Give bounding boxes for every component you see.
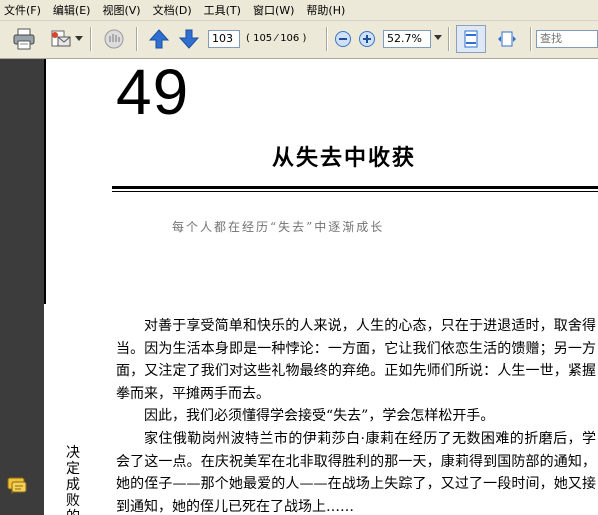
toolbar-separator: [326, 27, 328, 51]
menu-bar: 文件(F) 编辑(E) 视图(V) 文档(D) 工具(T) 窗口(W) 帮助(H…: [0, 0, 598, 21]
menu-tools[interactable]: 工具(T): [200, 2, 249, 18]
previous-page-icon: [148, 29, 170, 49]
zoom-level-input[interactable]: [383, 30, 431, 48]
menu-help[interactable]: 帮助(H): [302, 2, 353, 18]
zoom-dropdown-button[interactable]: [434, 30, 442, 48]
fit-page-icon: [464, 30, 478, 48]
comment-button[interactable]: [6, 476, 30, 496]
fit-page-button[interactable]: [456, 25, 486, 53]
print-button[interactable]: [10, 27, 38, 51]
dropdown-arrow-icon: [75, 36, 83, 41]
search-input[interactable]: [536, 30, 598, 48]
title-rule: [112, 186, 598, 189]
menu-file[interactable]: 文件(F): [0, 2, 49, 18]
zoom-out-button[interactable]: [332, 27, 354, 51]
pdf-reader-window: 文件(F) 编辑(E) 视图(V) 文档(D) 工具(T) 窗口(W) 帮助(H…: [0, 0, 598, 515]
print-icon: [13, 28, 35, 50]
toolbar: ( 105 ⁄ 106 ): [0, 21, 598, 59]
menu-view[interactable]: 视图(V): [98, 2, 148, 18]
fit-width-button[interactable]: [492, 25, 522, 53]
zoom-in-icon: [359, 31, 375, 47]
previous-page-button[interactable]: [146, 27, 172, 51]
comment-icon: [7, 477, 27, 495]
next-page-button[interactable]: [176, 27, 202, 51]
chapter-title: 从失去中收获: [272, 145, 417, 171]
navigation-side-panel: [0, 59, 44, 515]
toolbar-separator: [530, 27, 532, 51]
zoom-in-button[interactable]: [356, 27, 378, 51]
paragraph: 因此，我们必须懂得学会接受“失去”，学会怎样松开手。: [144, 408, 495, 425]
toolbar-separator: [90, 27, 92, 51]
menu-window[interactable]: 窗口(W): [249, 2, 302, 18]
margin-running-head: 决定成败的: [66, 445, 80, 515]
title-rule-thin: [112, 191, 598, 192]
dropdown-arrow-icon: [434, 35, 442, 40]
hand-tool-icon: [104, 29, 124, 49]
hand-tool-button[interactable]: [100, 27, 128, 51]
email-dropdown[interactable]: [74, 27, 84, 51]
page-number-input[interactable]: [208, 30, 240, 48]
fit-width-icon: [498, 31, 516, 47]
toolbar-separator: [448, 27, 450, 51]
email-button[interactable]: [46, 27, 74, 51]
body-text: 对善于享受简单和快乐的人来说，人生的心态，只在于进退适时，取舍得当。因为生活本身…: [116, 315, 596, 515]
page-count: ( 105 ⁄ 106 ): [246, 33, 307, 44]
page-edge: [44, 59, 46, 304]
next-page-icon: [178, 29, 200, 49]
email-icon: [51, 30, 71, 47]
paragraph: 对善于享受简单和快乐的人来说，人生的心态，只在于进退适时，取舍得当。因为生活本身…: [116, 318, 596, 402]
paragraph: 家住俄勒岗州波特兰市的伊莉莎白·康莉在经历了无数困难的折磨后，学会了这一点。在庆…: [116, 430, 596, 515]
chapter-epigraph: 每个人都在经历“失去”中逐渐成长: [172, 220, 385, 234]
toolbar-separator: [136, 27, 138, 51]
document-page-view[interactable]: 49 从失去中收获 每个人都在经历“失去”中逐渐成长 对善于享受简单和快乐的人来…: [44, 59, 598, 515]
menu-document[interactable]: 文档(D): [149, 2, 200, 18]
menu-edit[interactable]: 编辑(E): [49, 2, 99, 18]
zoom-out-icon: [335, 31, 351, 47]
chapter-number: 49: [116, 59, 190, 128]
